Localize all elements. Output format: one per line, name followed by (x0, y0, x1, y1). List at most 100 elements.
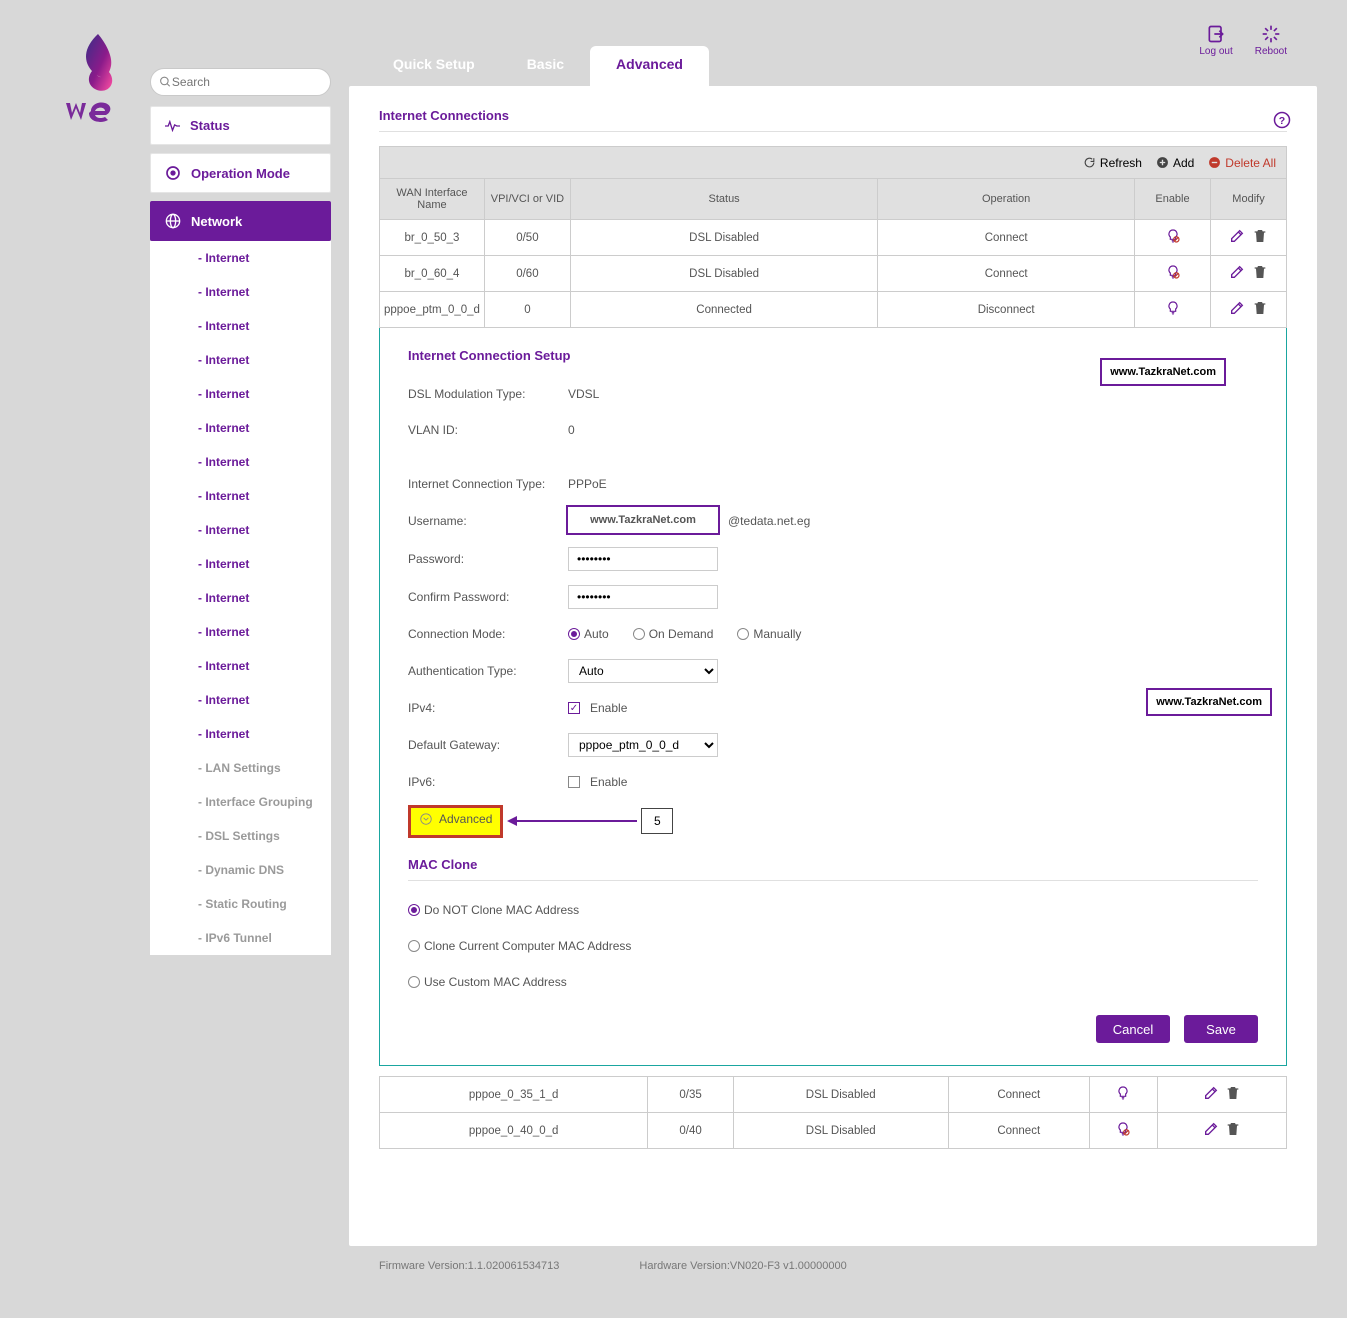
radio-label: Clone Current Computer MAC Address (424, 939, 631, 953)
cell-status: DSL Disabled (570, 220, 877, 256)
cell-operation[interactable]: Connect (878, 220, 1135, 256)
edit-button[interactable] (1229, 300, 1245, 316)
delete-button[interactable] (1252, 228, 1268, 244)
enable-toggle[interactable] (1115, 1121, 1131, 1137)
subnav-dynamic-dns[interactable]: - Dynamic DNS (150, 853, 331, 887)
subnav-static-routing[interactable]: - Static Routing (150, 887, 331, 921)
enable-toggle[interactable] (1165, 264, 1181, 280)
cell-operation[interactable]: Connect (878, 256, 1135, 292)
checkbox-label: Enable (590, 701, 627, 715)
cell-vpi: 0/60 (484, 256, 570, 292)
edit-button[interactable] (1229, 264, 1245, 280)
cancel-button[interactable]: Cancel (1096, 1015, 1170, 1043)
tab-quick-setup[interactable]: Quick Setup (367, 46, 501, 86)
search-input[interactable] (172, 75, 322, 89)
cell-vpi: 0/40 (648, 1113, 733, 1149)
refresh-button[interactable]: Refresh (1083, 156, 1142, 170)
search-box[interactable] (150, 68, 331, 96)
th-status: Status (570, 179, 877, 220)
cell-operation[interactable]: Disconnect (878, 292, 1135, 328)
ipv6-label: IPv6: (408, 775, 568, 789)
subnav-internet[interactable]: - Internet (150, 683, 331, 717)
subnav-internet[interactable]: - Internet (150, 717, 331, 751)
subnav-internet[interactable]: - Internet (150, 513, 331, 547)
subnav-internet[interactable]: - Internet (150, 445, 331, 479)
default-gateway-select[interactable]: pppoe_ptm_0_0_d (568, 733, 718, 757)
sidebar-subnav: - Internet - Internet - Internet - Inter… (150, 241, 331, 955)
mode-auto-radio[interactable]: Auto (568, 627, 609, 641)
subnav-internet[interactable]: - Internet (150, 615, 331, 649)
add-button[interactable]: Add (1156, 156, 1194, 170)
radio-label: Use Custom MAC Address (424, 975, 567, 989)
tab-basic[interactable]: Basic (501, 46, 590, 86)
subnav-internet[interactable]: - Internet (150, 275, 331, 309)
conn-type-value: PPPoE (568, 477, 1258, 491)
arrow-annotation (507, 816, 637, 826)
delete-button[interactable] (1252, 300, 1268, 316)
enable-toggle[interactable] (1165, 300, 1181, 316)
radio-label: Manually (753, 627, 801, 641)
chevron-down-icon (419, 812, 433, 826)
table-toolbar: Refresh Add Delete All (379, 146, 1287, 178)
subnav-dsl-settings[interactable]: - DSL Settings (150, 819, 331, 853)
enable-toggle[interactable] (1165, 228, 1181, 244)
ipv6-checkbox[interactable] (568, 776, 580, 788)
edit-button[interactable] (1229, 228, 1245, 244)
sidebar-item-network[interactable]: Network (150, 201, 331, 241)
mode-manually-radio[interactable]: Manually (737, 627, 801, 641)
help-icon[interactable]: ? (1273, 111, 1291, 129)
mac-opt3-radio[interactable]: Use Custom MAC Address (408, 975, 567, 989)
ipv4-checkbox[interactable] (568, 702, 580, 714)
annotation-box: www.TazkraNet.com (566, 505, 720, 535)
subnav-internet[interactable]: - Internet (150, 343, 331, 377)
mac-opt1-radio[interactable]: Do NOT Clone MAC Address (408, 903, 579, 917)
fw-value: 1.1.020061534713 (468, 1260, 560, 1272)
auth-type-select[interactable]: Auto (568, 659, 718, 683)
enable-toggle[interactable] (1115, 1085, 1131, 1101)
mac-opt2-radio[interactable]: Clone Current Computer MAC Address (408, 939, 631, 953)
delete-button[interactable] (1252, 264, 1268, 280)
svg-text:?: ? (1279, 115, 1285, 127)
subnav-internet[interactable]: - Internet (150, 547, 331, 581)
subnav-internet[interactable]: - Internet (150, 241, 331, 275)
radio-label: Do NOT Clone MAC Address (424, 903, 579, 917)
sidebar-item-label: Network (191, 214, 242, 229)
checkbox-label: Enable (590, 775, 627, 789)
cell-name: pppoe_ptm_0_0_d (380, 292, 485, 328)
tab-advanced[interactable]: Advanced (590, 46, 709, 86)
hw-label: Hardware Version: (639, 1260, 730, 1272)
annotation-box: www.TazkraNet.com (1100, 358, 1226, 386)
delete-button[interactable] (1225, 1085, 1241, 1101)
subnav-lan[interactable]: - LAN Settings (150, 751, 331, 785)
subnav-internet[interactable]: - Internet (150, 581, 331, 615)
mode-ondemand-radio[interactable]: On Demand (633, 627, 714, 641)
edit-button[interactable] (1203, 1085, 1219, 1101)
subnav-internet[interactable]: - Internet (150, 309, 331, 343)
cell-operation[interactable]: Connect (948, 1113, 1089, 1149)
sidebar-item-status[interactable]: Status (150, 106, 331, 145)
fw-label: Firmware Version: (379, 1260, 468, 1272)
delete-button[interactable] (1225, 1121, 1241, 1137)
subnav-ipv6-tunnel[interactable]: - IPv6 Tunnel (150, 921, 331, 955)
confirm-password-input[interactable] (568, 585, 718, 609)
subnav-internet[interactable]: - Internet (150, 479, 331, 513)
advanced-toggle[interactable]: Advanced (419, 812, 492, 826)
save-button[interactable]: Save (1184, 1015, 1258, 1043)
annotation-box: www.TazkraNet.com (1146, 688, 1272, 716)
sidebar-item-opmode[interactable]: Operation Mode (150, 153, 331, 193)
cell-operation[interactable]: Connect (948, 1077, 1089, 1113)
minus-icon (1208, 156, 1221, 169)
reboot-button[interactable]: Reboot (1255, 24, 1287, 57)
delete-all-button[interactable]: Delete All (1208, 156, 1276, 170)
edit-button[interactable] (1203, 1121, 1219, 1137)
password-input[interactable] (568, 547, 718, 571)
top-action-label: Reboot (1255, 46, 1287, 57)
password-label: Password: (408, 552, 568, 566)
subnav-internet[interactable]: - Internet (150, 377, 331, 411)
subnav-internet[interactable]: - Internet (150, 411, 331, 445)
subnav-interface-grouping[interactable]: - Interface Grouping (150, 785, 331, 819)
reboot-icon (1261, 24, 1281, 44)
username-label: Username: (408, 514, 568, 528)
subnav-internet[interactable]: - Internet (150, 649, 331, 683)
logout-button[interactable]: Log out (1199, 24, 1232, 57)
